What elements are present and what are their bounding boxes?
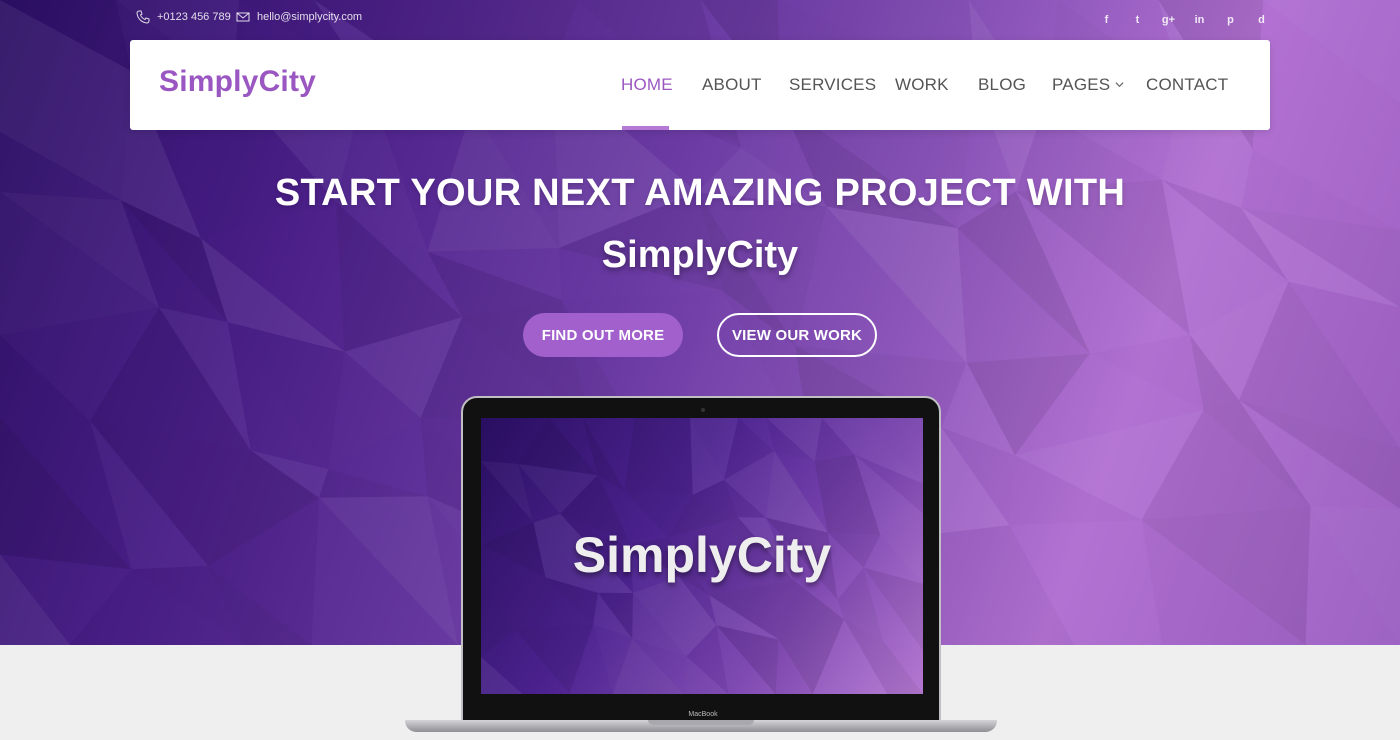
twitter-icon[interactable]: t [1129, 11, 1146, 28]
active-nav-indicator [622, 126, 669, 130]
dribbble-icon[interactable]: d [1253, 11, 1270, 28]
nav-menu: HOME ABOUT SERVICES WORK BLOG PAGES CONT… [130, 75, 1270, 95]
hero-brand: SimplyCity [601, 234, 799, 276]
google-plus-icon[interactable]: g+ [1160, 11, 1177, 28]
pinterest-icon[interactable]: p [1222, 11, 1239, 28]
social-links: f t g+ in p d [1098, 11, 1270, 28]
screen-brand-text: SimplyCity [572, 527, 832, 583]
phone-icon [136, 10, 150, 24]
nav-item-pages[interactable]: PAGES [1052, 75, 1110, 95]
main-navbar: SimplyCity HOME ABOUT SERVICES WORK BLOG… [130, 40, 1270, 130]
nav-item-blog[interactable]: BLOG [978, 75, 1026, 95]
laptop-mockup: SimplyCity MacBook [405, 396, 997, 740]
laptop-screen: SimplyCity [481, 418, 923, 694]
nav-item-about[interactable]: ABOUT [702, 75, 762, 95]
phone-number: +0123 456 789 [157, 11, 231, 23]
nav-item-services[interactable]: SERVICES [789, 75, 876, 95]
camera-dot [701, 408, 705, 412]
hero-headline: START YOUR NEXT AMAZING PROJECT WITH [274, 172, 1126, 214]
email-address: hello@simplycity.com [257, 11, 363, 23]
laptop-lid: SimplyCity MacBook [461, 396, 941, 722]
phone-contact[interactable]: +0123 456 789 [136, 10, 231, 24]
email-icon [236, 12, 250, 22]
nav-item-home[interactable]: HOME [621, 75, 673, 95]
laptop-notch [648, 720, 754, 725]
chevron-down-icon[interactable] [1115, 80, 1124, 89]
find-out-more-button[interactable]: FIND OUT MORE [523, 313, 683, 357]
macbook-label: MacBook [688, 711, 718, 718]
view-our-work-button[interactable]: VIEW OUR WORK [717, 313, 877, 357]
facebook-icon[interactable]: f [1098, 11, 1115, 28]
nav-item-contact[interactable]: CONTACT [1146, 75, 1228, 95]
linkedin-icon[interactable]: in [1191, 11, 1208, 28]
top-contact-bar: +0123 456 789 hello@simplycity.com f t g… [130, 10, 1270, 30]
email-contact[interactable]: hello@simplycity.com [236, 10, 362, 24]
nav-item-work[interactable]: WORK [895, 75, 949, 95]
